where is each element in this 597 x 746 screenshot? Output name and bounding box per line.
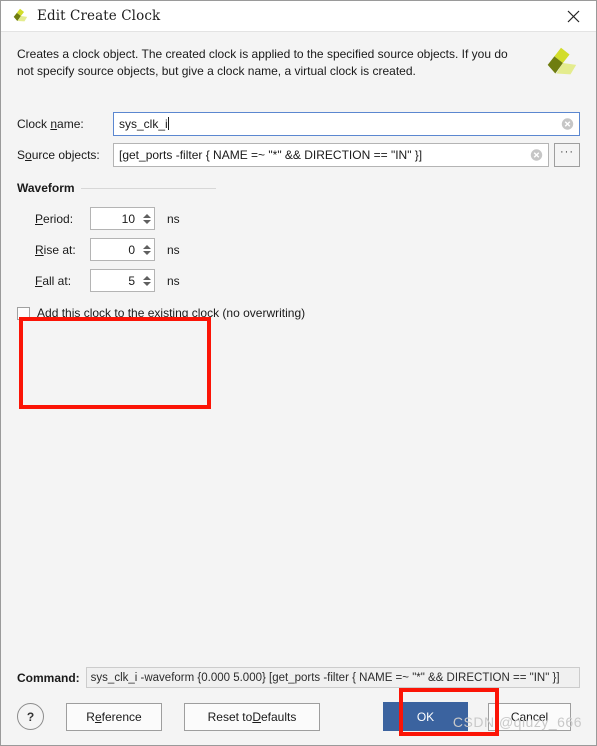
fall-at-spinner[interactable]: 5 — [90, 269, 155, 292]
vivado-logo-icon — [11, 7, 29, 25]
clear-circle-icon[interactable] — [530, 149, 543, 162]
period-spinner[interactable]: 10 — [90, 207, 155, 230]
rise-at-row: Rise at: 0 ns — [35, 238, 580, 261]
period-label: Period: — [35, 211, 74, 226]
source-objects-row: Source objects: [get_ports -filter { NAM… — [17, 143, 580, 167]
clock-name-input[interactable]: sys_clk_i — [113, 112, 580, 136]
vivado-logo-icon — [542, 44, 580, 82]
waveform-group-title: Waveform — [17, 181, 75, 195]
add-clock-checkbox-label: Add this clock to the existing clock (no… — [37, 306, 306, 320]
clear-circle-icon[interactable] — [561, 118, 574, 131]
rise-at-unit: ns — [167, 242, 180, 257]
chevron-up-icon[interactable] — [142, 244, 151, 249]
add-clock-checkbox[interactable] — [17, 306, 30, 320]
fall-at-row: Fall at: 5 ns — [35, 269, 580, 292]
reference-button[interactable]: Re ference — [66, 702, 162, 731]
window-title: Edit Create Clock — [37, 8, 161, 24]
browse-source-objects-button[interactable]: ··· — [554, 143, 580, 167]
period-stepper[interactable] — [139, 208, 154, 229]
ok-button[interactable]: OK — [383, 702, 468, 731]
annotation-rect-waveform — [19, 317, 211, 409]
rise-at-label: Rise at: — [35, 242, 76, 257]
rise-at-stepper[interactable] — [139, 239, 154, 260]
button-row: ? Re ference Reset to Defaults OK Cancel — [17, 702, 580, 731]
cancel-button[interactable]: Cancel — [488, 702, 571, 731]
titlebar: Edit Create Clock — [1, 1, 596, 32]
source-objects-input[interactable]: [get_ports -filter { NAME =~ "*" && DIRE… — [113, 143, 549, 167]
reset-to-defaults-button[interactable]: Reset to Defaults — [184, 702, 320, 731]
close-icon[interactable] — [550, 1, 596, 31]
clock-name-label: Clock name: — [17, 117, 84, 131]
clock-name-value: sys_clk_i — [119, 117, 169, 131]
chevron-up-icon[interactable] — [142, 275, 151, 280]
footer: Command: sys_clk_i -waveform {0.000 5.00… — [1, 667, 596, 745]
period-row: Period: 10 ns — [35, 207, 580, 230]
source-objects-value: [get_ports -filter { NAME =~ "*" && DIRE… — [119, 148, 423, 162]
description-area: Creates a clock object. The created cloc… — [1, 32, 596, 112]
waveform-fields: Period: 10 ns Rise at: 0 ns Fall at: 5 n… — [35, 207, 580, 292]
edit-create-clock-dialog: Edit Create Clock Creates a clock object… — [0, 0, 597, 746]
help-button[interactable]: ? — [17, 703, 44, 730]
chevron-down-icon[interactable] — [142, 250, 151, 255]
group-separator — [80, 187, 216, 189]
chevron-up-icon[interactable] — [142, 213, 151, 218]
description-text: Creates a clock object. The created cloc… — [17, 47, 508, 78]
period-value: 10 — [121, 211, 135, 226]
add-clock-checkbox-row[interactable]: Add this clock to the existing clock (no… — [17, 306, 580, 320]
period-unit: ns — [167, 211, 180, 226]
chevron-down-icon[interactable] — [142, 281, 151, 286]
rise-at-value: 0 — [128, 242, 135, 257]
clock-name-row: Clock name: sys_clk_i — [17, 112, 580, 136]
command-label: Command: — [17, 670, 80, 685]
command-value: sys_clk_i -waveform {0.000 5.000} [get_p… — [85, 667, 580, 688]
command-row: Command: sys_clk_i -waveform {0.000 5.00… — [17, 667, 580, 688]
rise-at-spinner[interactable]: 0 — [90, 238, 155, 261]
chevron-down-icon[interactable] — [142, 219, 151, 224]
fall-at-stepper[interactable] — [139, 270, 154, 291]
fall-at-value: 5 — [128, 273, 135, 288]
text-caret — [167, 117, 169, 130]
fall-at-label: Fall at: — [35, 273, 72, 288]
waveform-group-header: Waveform — [17, 181, 580, 195]
fall-at-unit: ns — [167, 273, 180, 288]
form-area: Clock name: sys_clk_i Source objects: [g… — [1, 112, 596, 667]
source-objects-label: Source objects: — [17, 148, 100, 162]
